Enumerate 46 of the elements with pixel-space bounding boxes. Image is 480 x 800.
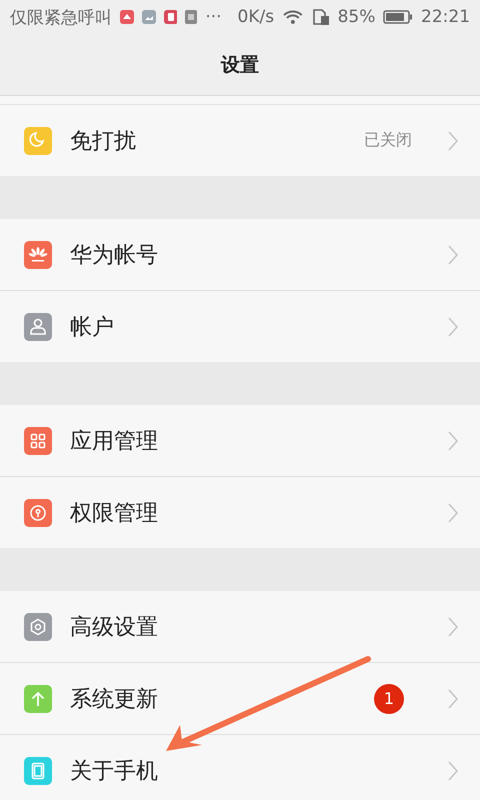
clock-time: 22:21 [421,7,470,27]
count-badge: 1 [374,684,404,714]
settings-row[interactable]: 应用管理 [0,405,480,476]
chevron-right-icon [448,130,458,150]
sim-icon [185,10,198,24]
phone-icon [24,756,52,784]
image-icon [142,10,156,24]
row-label: 权限管理 [70,500,159,528]
row-label: 应用管理 [70,428,159,456]
chevron-right-icon [448,316,458,336]
settings-row[interactable]: 华为帐号 [0,219,480,290]
row-label: 华为帐号 [70,242,159,270]
status-value: 已关闭 [364,130,412,151]
more-text: ··· [205,7,222,27]
row-label: 帐户 [70,314,115,342]
settings-row[interactable]: 权限管理 [0,477,480,548]
wifi-icon [282,9,304,25]
chevron-right-icon [448,502,458,522]
flower-logo-icon [24,240,52,268]
carrier-text: 仅限紧急呼叫 [10,6,112,28]
settings-row[interactable]: 系统更新 1 [0,663,480,734]
battery-percent: 85% [338,7,376,27]
chevron-right-icon [448,430,458,450]
sim-card-icon [312,8,330,26]
grid-icon [24,426,52,454]
settings-row[interactable]: 免打扰 已关闭 [0,105,480,176]
shield-icon [24,498,52,526]
notification-icon [164,10,178,24]
moon-icon [24,126,52,154]
chevron-right-icon [448,760,458,780]
page-title: 设置 [221,52,259,78]
row-label: 免打扰 [70,128,137,156]
notification-icon [120,10,134,24]
settings-row[interactable]: 关于手机 [0,735,480,800]
settings-row[interactable]: 帐户 [0,291,480,362]
row-label: 高级设置 [70,614,159,642]
chevron-right-icon [448,244,458,264]
battery-icon [383,9,414,25]
person-icon [24,312,52,340]
row-label: 关于手机 [70,758,159,786]
network-speed: 0K/s [238,7,274,27]
chevron-right-icon [448,616,458,636]
chevron-right-icon [448,688,458,708]
row-label: 系统更新 [70,686,159,714]
settings-row[interactable]: 高级设置 [0,591,480,662]
gear-icon [24,612,52,640]
